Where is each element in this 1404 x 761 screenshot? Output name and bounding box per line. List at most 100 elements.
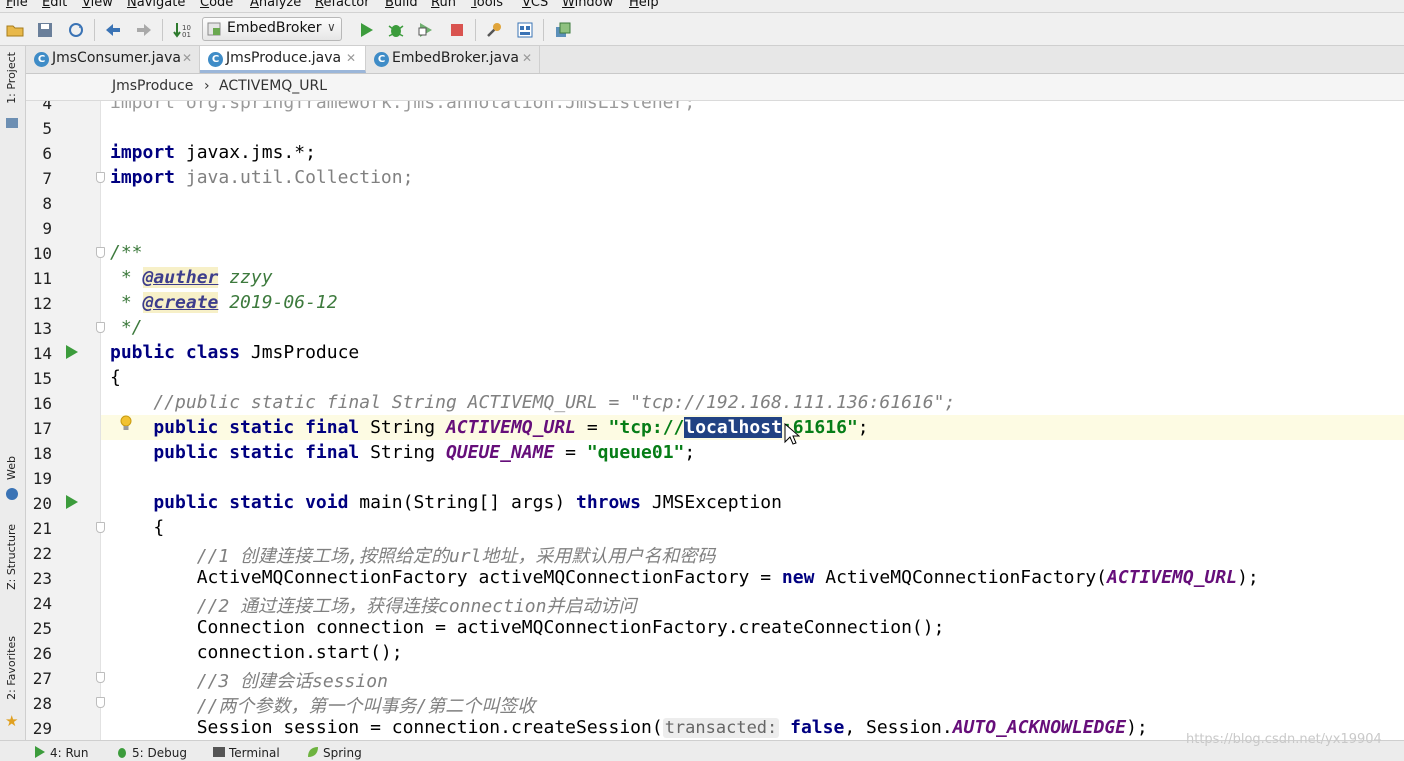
code-line: public class JmsProduce — [110, 342, 359, 363]
menu-view[interactable]: View — [82, 0, 113, 10]
tool-spring[interactable]: Spring — [307, 746, 362, 760]
code-text: ; — [684, 442, 696, 463]
java-class-icon: C — [208, 52, 223, 67]
menu-help[interactable]: Help — [629, 0, 659, 10]
code-line: public static final String QUEUE_NAME = … — [110, 442, 695, 463]
code-line: import java.util.Collection; — [110, 167, 413, 188]
line-number: 25 — [32, 619, 52, 638]
code-text: String — [359, 417, 446, 438]
lightbulb-icon[interactable] — [119, 415, 133, 433]
keyword: public static final — [110, 442, 360, 463]
menu-tools[interactable]: Tools — [471, 0, 503, 10]
code-line: { — [110, 517, 165, 538]
close-icon[interactable]: ✕ — [522, 51, 532, 65]
menu-window[interactable]: Window — [562, 0, 613, 10]
terminal-icon — [213, 747, 225, 757]
fold-marker-icon[interactable] — [96, 672, 105, 683]
run-gutter-icon[interactable] — [65, 344, 79, 360]
menu-file[interactable]: File — [6, 0, 28, 10]
menu-refactor[interactable]: Refactor — [315, 0, 370, 10]
run-config-select[interactable]: EmbedBroker ∨ — [202, 17, 342, 41]
coverage-icon[interactable] — [416, 20, 436, 40]
fold-marker-icon[interactable] — [96, 247, 105, 258]
mouse-cursor-icon — [784, 423, 800, 445]
tool-run[interactable]: 4: Run — [34, 746, 89, 760]
sdk-icon[interactable] — [515, 20, 535, 40]
tool-favorites[interactable]: 2: Favorites — [0, 636, 25, 716]
code-text: String — [359, 442, 446, 463]
tool-structure[interactable]: Z: Structure — [0, 524, 25, 604]
line-number: 17 — [32, 419, 52, 438]
open-icon[interactable] — [5, 20, 25, 40]
line-number: 27 — [32, 669, 52, 688]
breadcrumb-field[interactable]: ACTIVEMQ_URL — [219, 78, 327, 94]
fold-marker-icon[interactable] — [96, 172, 105, 183]
folder-icon — [6, 118, 18, 128]
menu-run[interactable]: Run — [431, 0, 456, 10]
fold-marker-icon[interactable] — [96, 697, 105, 708]
menu-analyze[interactable]: Analyze — [250, 0, 301, 10]
project-structure-icon[interactable] — [484, 20, 504, 40]
tab-jmsproduce[interactable]: C JmsProduce.java ✕ — [200, 46, 366, 73]
line-number: 29 — [32, 719, 52, 738]
menu-code[interactable]: Code — [200, 0, 233, 10]
sync-icon[interactable] — [66, 20, 86, 40]
chevron-down-icon: ∨ — [327, 20, 336, 34]
left-tool-strip: 1: Project Web Z: Structure 2: Favorites… — [0, 46, 26, 740]
breadcrumb: JmsProduce › ACTIVEMQ_URL — [26, 74, 1404, 101]
tool-web-label: Web — [5, 456, 18, 480]
fold-marker-icon[interactable] — [96, 322, 105, 333]
run-icon[interactable] — [356, 20, 376, 40]
back-icon[interactable] — [103, 20, 123, 40]
forward-icon[interactable] — [134, 20, 154, 40]
breadcrumb-separator: › — [204, 78, 210, 94]
line-number: 5 — [42, 119, 52, 138]
spring-leaf-icon — [308, 747, 318, 757]
line-number: 20 — [32, 494, 52, 513]
code-text: Session session = connection.createSessi… — [110, 717, 663, 738]
menu-edit[interactable]: Edit — [42, 0, 67, 10]
run-gutter-icon[interactable] — [65, 494, 79, 510]
close-icon[interactable]: ✕ — [182, 51, 192, 65]
tool-terminal[interactable]: Terminal — [213, 746, 280, 760]
menu-vcs[interactable]: VCS — [522, 0, 548, 10]
keyword: false — [790, 717, 845, 738]
line-number: 10 — [32, 244, 52, 263]
code-line: Connection connection = activeMQConnecti… — [110, 617, 945, 638]
close-icon[interactable]: ✕ — [346, 51, 356, 65]
code-line: import org.springframework.jms.annotatio… — [110, 101, 696, 113]
line-number: 26 — [32, 644, 52, 663]
selected-text[interactable]: localhost — [684, 417, 782, 438]
build-icon[interactable]: 10 01 — [172, 20, 192, 40]
run-icon — [35, 746, 45, 758]
code-line: */ — [110, 317, 143, 338]
debug-icon[interactable] — [386, 20, 406, 40]
line-number: 18 — [32, 444, 52, 463]
tool-debug-label: 5: Debug — [132, 746, 187, 760]
editor-tab-bar: C JmsConsumer.java ✕ C JmsProduce.java ✕… — [26, 46, 1404, 74]
string-literal: "queue01" — [586, 442, 685, 463]
breadcrumb-class[interactable]: JmsProduce — [112, 78, 193, 94]
code-editor[interactable]: 4 5 6 7 8 9 10 11 12 13 14 15 16 17 18 1… — [26, 101, 1404, 740]
line-number: 13 — [32, 319, 52, 338]
vcs-icon[interactable] — [553, 20, 573, 40]
code-line: * @create 2019-06-12 — [110, 292, 338, 313]
menu-navigate[interactable]: Navigate — [127, 0, 185, 10]
code-text: zzyy — [218, 267, 273, 288]
tool-debug[interactable]: 5: Debug — [116, 746, 187, 760]
tab-jmsconsumer[interactable]: C JmsConsumer.java ✕ — [26, 46, 200, 73]
save-icon[interactable] — [35, 20, 55, 40]
line-number: 24 — [32, 594, 52, 613]
code-line: Session session = connection.createSessi… — [110, 717, 1148, 738]
tab-embedbroker[interactable]: C EmbedBroker.java ✕ — [366, 46, 540, 73]
fold-marker-icon[interactable] — [96, 522, 105, 533]
line-number: 8 — [42, 194, 52, 213]
line-number: 11 — [32, 269, 52, 288]
stop-icon[interactable] — [447, 20, 467, 40]
star-icon: ★ — [5, 712, 19, 730]
debug-icon — [118, 748, 126, 758]
menu-build[interactable]: Build — [385, 0, 418, 10]
line-number: 14 — [32, 344, 52, 363]
code-text: javax.jms.*; — [175, 142, 316, 163]
line-number: 21 — [32, 519, 52, 538]
